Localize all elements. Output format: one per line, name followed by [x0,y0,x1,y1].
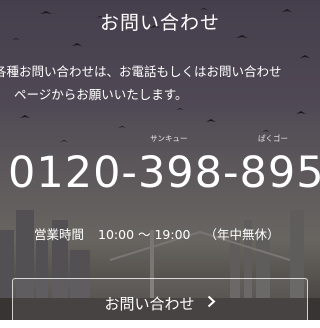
hours-label: 営業時間 [34,227,85,242]
contact-button[interactable]: お問い合わせ [12,278,308,328]
phone-number-link[interactable]: 0120-398-895 [8,152,320,195]
business-hours: 営業時間 10:00 ～ 19:00 （年中無休） [34,224,290,243]
contact-description: 各種お問い合わせは、お電話もしくはお問い合わせ ページからお願いいたします。 [0,60,320,106]
description-line-2: ページからお願いいたします。 [14,87,188,102]
contact-button-label: お問い合わせ [104,294,195,313]
hours-note: （年中無休） [204,227,280,242]
contact-section: お問い合わせ 各種お問い合わせは、お電話もしくはお問い合わせ ページからお願いい… [0,0,320,328]
page-title: お問い合わせ [99,12,220,34]
hours-time: 10:00 ～ 19:00 [98,227,191,242]
phone-ruby-left: サンキュー [150,134,188,143]
phone-ruby-right: ぱくゴー [258,134,288,143]
description-line-1: 各種お問い合わせは、お電話もしくはお問い合わせ [0,64,282,79]
chevron-right-icon [207,294,216,312]
